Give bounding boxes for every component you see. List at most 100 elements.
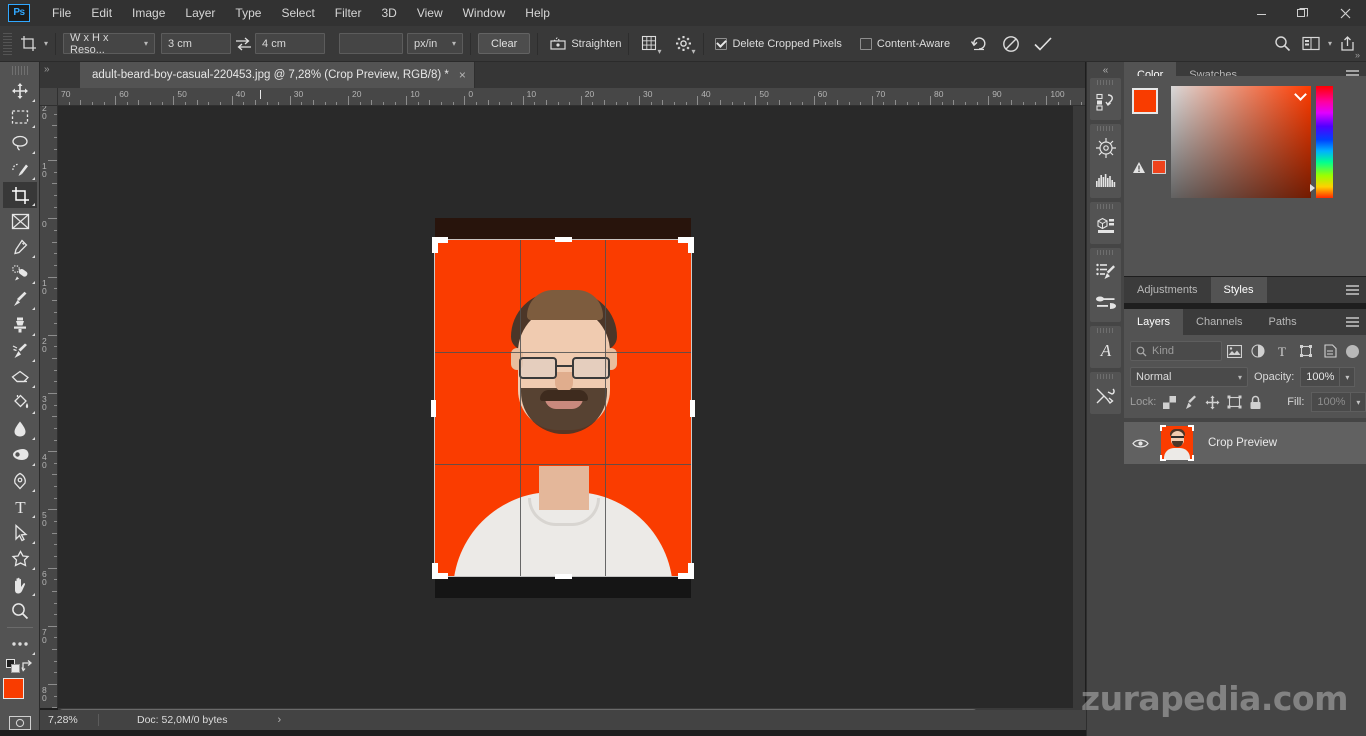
vertical-ruler[interactable]: 20100102030405060708090 [40,106,58,708]
tool-pen[interactable] [3,468,37,494]
chevron-right-icon[interactable]: › [277,714,281,726]
tool-preset-chevron-down-icon[interactable]: ▾ [44,39,48,48]
tools-panel-icon[interactable] [1090,380,1122,412]
commit-checkmark-icon[interactable] [1030,31,1056,57]
content-aware-checkbox[interactable] [860,38,872,50]
blend-mode-select[interactable]: Normal ▾ [1130,367,1248,387]
grid-overlay-icon[interactable]: ▾ [636,31,662,57]
crop-handle-bottom-left-v[interactable] [432,563,438,579]
crop-handle-top-center[interactable] [555,237,572,242]
swap-width-height-icon[interactable] [231,37,255,51]
tool-path-selection[interactable] [3,520,37,546]
tool-move[interactable] [3,78,37,104]
restore-button[interactable] [1282,0,1324,26]
tool-zoom[interactable] [3,598,37,624]
tab-layers[interactable]: Layers [1124,309,1183,335]
crop-width-input[interactable]: 3 cm [161,33,231,54]
tool-lasso[interactable] [3,130,37,156]
gamut-warning-row[interactable] [1132,160,1166,174]
tool-horizontal-type[interactable]: T [3,494,37,520]
lock-artboard-icon[interactable] [1227,393,1242,411]
status-zoom-level[interactable]: 7,28% [40,714,90,726]
menu-image[interactable]: Image [122,2,175,24]
3d-panel-icon[interactable] [1090,210,1122,242]
dock-group-grip[interactable] [1090,372,1121,380]
options-bar-grip[interactable] [3,33,12,55]
tool-brush[interactable] [3,286,37,312]
lock-transparent-pixels-icon[interactable] [1163,393,1176,411]
tool-eyedropper[interactable] [3,234,37,260]
shape-layer-filter-icon[interactable] [1294,340,1318,362]
tool-clone-stamp[interactable] [3,312,37,338]
tab-paths[interactable]: Paths [1256,309,1310,335]
dock-group-grip[interactable] [1090,202,1121,210]
menu-filter[interactable]: Filter [325,2,372,24]
tool-edit-toolbar-ellipsis-icon[interactable] [3,631,37,657]
layer-thumbnail-frame[interactable] [1160,425,1194,461]
tab-channels[interactable]: Channels [1183,309,1255,335]
filter-toggle-icon[interactable] [1346,345,1359,358]
gear-icon[interactable]: ▾ [670,31,696,57]
default-colors-icon[interactable] [6,659,21,674]
image-document[interactable] [435,218,691,598]
tools-panel-grip[interactable] [12,66,28,75]
gamut-warning-color-swatch[interactable] [1152,160,1166,174]
menu-help[interactable]: Help [515,2,560,24]
menu-layer[interactable]: Layer [175,2,225,24]
canvas-vertical-scrollbar[interactable] [1073,106,1085,708]
dock-group-grip[interactable] [1090,248,1121,256]
lock-image-pixels-icon[interactable] [1183,393,1198,411]
workspace-icon[interactable] [1298,31,1324,57]
swap-colors-icon[interactable] [21,659,35,674]
fill-value[interactable]: 100% [1311,392,1351,412]
double-chevron-left-icon[interactable]: « [1087,62,1124,78]
panel-menu-icon[interactable] [1345,277,1360,303]
crop-handle-middle-right[interactable] [690,400,695,417]
menu-window[interactable]: Window [453,2,516,24]
crop-preset-select[interactable]: W x H x Reso... ▾ [63,33,155,54]
document-tab[interactable]: adult-beard-boy-casual-220453.jpg @ 7,28… [80,62,475,88]
fill-stepper-chevron-down-icon[interactable]: ▾ [1351,392,1366,412]
smart-object-filter-icon[interactable] [1318,340,1342,362]
character-panel-icon[interactable]: A [1090,334,1122,366]
clear-button[interactable]: Clear [478,33,530,54]
histogram-icon[interactable] [1090,164,1122,196]
tool-hand[interactable] [3,572,37,598]
crop-height-input[interactable]: 4 cm [255,33,325,54]
double-chevron-right-icon[interactable]: » [44,64,50,75]
color-panel-swatches[interactable] [1132,88,1174,126]
ruler-origin-corner[interactable] [40,88,58,106]
tool-custom-shape[interactable] [3,546,37,572]
search-icon[interactable] [1270,31,1296,57]
tool-rectangular-marquee[interactable] [3,104,37,130]
delete-cropped-pixels-checkbox-row[interactable]: Delete Cropped Pixels [715,38,841,50]
content-aware-checkbox-row[interactable]: Content-Aware [860,38,950,50]
tool-history-brush[interactable] [3,338,37,364]
cancel-icon[interactable] [998,31,1024,57]
hue-strip[interactable] [1316,86,1333,198]
menu-select[interactable]: Select [271,2,324,24]
opacity-value[interactable]: 100% [1300,367,1340,387]
quick-mask-icon[interactable] [0,716,39,730]
crop-tool-indicator-icon[interactable] [16,31,42,57]
close-button[interactable] [1324,0,1366,26]
foreground-background-color-swatches[interactable] [3,676,37,710]
dock-group-grip[interactable] [1090,124,1121,132]
resolution-unit-select[interactable]: px/in ▾ [407,33,463,54]
tab-styles[interactable]: Styles [1211,277,1267,303]
color-wheel-icon[interactable] [1090,132,1122,164]
tool-blur[interactable] [3,416,37,442]
list-item[interactable]: Crop Preview [1208,437,1277,449]
eye-icon[interactable] [1124,438,1156,449]
dock-group-grip[interactable] [1090,78,1121,86]
close-icon[interactable]: × [459,68,466,82]
crop-handle-bottom-right-v[interactable] [688,563,694,579]
chevron-down-icon[interactable]: ▾ [1328,39,1332,48]
brush-settings-icon[interactable] [1090,256,1122,288]
foreground-color-swatch[interactable] [3,678,24,699]
crop-bounding-box[interactable] [435,240,691,576]
menu-edit[interactable]: Edit [81,2,122,24]
menu-type[interactable]: Type [225,2,271,24]
straighten-icon[interactable] [545,31,571,57]
horizontal-ruler[interactable]: 706050403020100102030405060708090100110 [58,88,1085,106]
